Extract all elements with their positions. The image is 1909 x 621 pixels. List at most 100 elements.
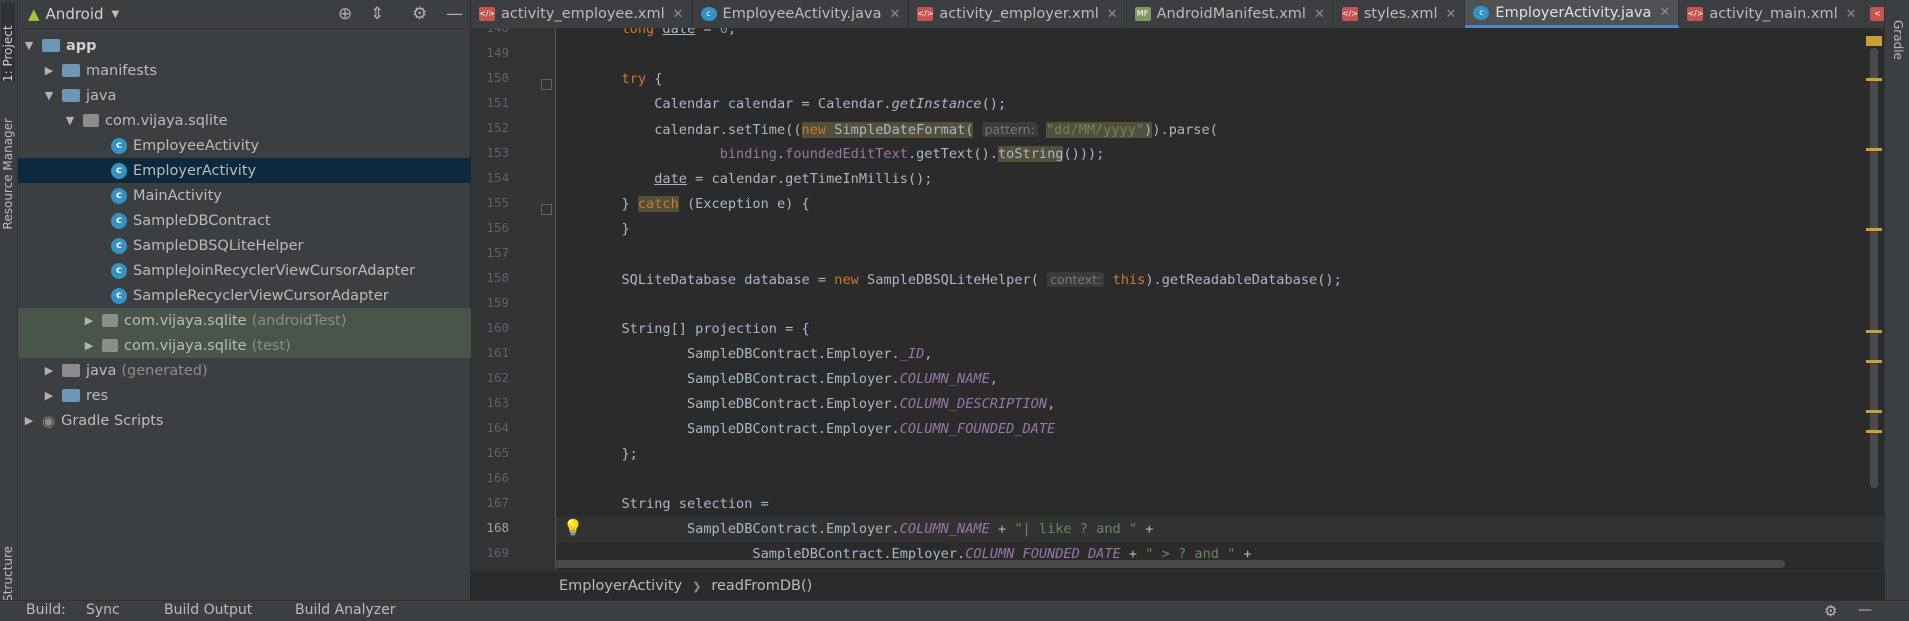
close-icon[interactable]: ✕ [1846,7,1857,22]
tree-item-res[interactable]: ▶ res [18,383,494,408]
tree-item-manifests[interactable]: ▶ manifests [18,58,494,83]
line-number: 157 [486,245,509,260]
tree-item-label: EmployerActivity [133,162,257,179]
tab-activity-main-xml[interactable]: </> activity_main.xml ✕ [1679,0,1866,28]
warning-marker[interactable] [1866,228,1882,231]
project-tool-button[interactable]: 1: Project [1,2,15,82]
vertical-scrollbar[interactable] [1870,48,1878,488]
line-number: 161 [486,345,509,360]
close-icon[interactable]: ✕ [1446,7,1457,22]
xml-file-icon: </> [1341,7,1358,21]
tab-sync[interactable]: Sync [86,602,120,618]
tree-item-label: SampleJoinRecyclerViewCursorAdapter [133,262,416,279]
collapsed-arrow-icon[interactable]: ▶ [22,414,36,427]
fold-marker-icon[interactable] [541,204,552,215]
tab-employee-activity-java[interactable]: c EmployeeActivity.java ✕ [693,0,910,28]
folder-icon [62,389,80,402]
line-number: 164 [486,420,509,435]
code-area[interactable]: long date = 0; try { Calendar calendar =… [556,28,1885,570]
java-class-icon: c [111,137,127,154]
expanded-arrow-icon[interactable]: ▼ [42,89,56,102]
breadcrumb-method[interactable]: readFromDB() [711,578,812,594]
expanded-arrow-icon[interactable]: ▼ [22,39,36,52]
code-line: String selection = [556,496,769,512]
tab-android-manifest-xml[interactable]: MF AndroidManifest.xml ✕ [1127,0,1334,28]
tree-item-package-android-test[interactable]: ▶ com.vijaya.sqlite (androidTest) [18,308,534,333]
expanded-arrow-icon[interactable]: ▼ [63,114,77,127]
fold-marker-icon[interactable] [541,79,552,90]
warning-marker[interactable] [1866,430,1882,433]
breadcrumb-class[interactable]: EmployerActivity [559,578,682,594]
close-icon[interactable]: ✕ [673,7,684,22]
collapsed-arrow-icon[interactable]: ▶ [42,64,56,77]
tab-activity-employer-xml[interactable]: </> activity_employer.xml ✕ [909,0,1127,28]
resource-manager-tool-button[interactable]: Resource Manager [1,118,15,229]
manifest-file-icon: MF [1134,7,1151,21]
minimize-icon[interactable]: — [446,4,463,24]
tree-item-package[interactable]: ▼ com.vijaya.sqlite [18,108,515,133]
close-icon[interactable]: ✕ [1107,7,1118,22]
java-class-icon: c [1473,5,1490,20]
xml-file-icon: </> [917,7,934,21]
warning-marker[interactable] [1866,330,1882,333]
tree-item-label: SampleRecyclerViewCursorAdapter [133,287,389,304]
tree-item-package-test[interactable]: ▶ com.vijaya.sqlite (test) [18,333,534,358]
close-icon[interactable]: ✕ [1314,7,1325,22]
warning-marker[interactable] [1866,410,1882,413]
chevron-down-icon[interactable]: ▼ [112,9,120,20]
collapsed-arrow-icon[interactable]: ▶ [42,364,56,377]
project-panel: ▲ Android ▼ ⊕ ⇕ ⚙ — ▼ app ▶ manifests ▼ … [18,0,563,600]
tab-build-analyzer[interactable]: Build Analyzer [295,602,396,618]
line-number: 151 [486,95,509,110]
collapsed-arrow-icon[interactable]: ▶ [82,339,96,352]
project-view-selector[interactable]: Android [46,5,104,23]
code-editor[interactable]: 148 149 150 151 152 153 154 155 156 157 158 159 160 1… [471,28,1885,570]
close-icon[interactable]: ✕ [890,7,901,22]
tab-employer-activity-java[interactable]: c EmployerActivity.java ✕ [1465,0,1680,28]
target-icon[interactable]: ⊕ [338,4,352,24]
collapsed-arrow-icon[interactable]: ▶ [82,314,96,327]
tab-activity-employee-xml[interactable]: </> activity_employee.xml ✕ [471,0,693,28]
xml-file-icon: </> [479,7,495,21]
horizontal-scrollbar[interactable] [555,560,1785,568]
xml-file-icon: < [1869,7,1885,21]
tree-item-gradle-scripts[interactable]: ▶ ◉ Gradle Scripts [18,408,474,433]
line-number: 166 [486,470,509,485]
lightbulb-icon[interactable]: 💡 [563,518,583,537]
tree-item-label: app [66,37,97,54]
code-line: SampleDBContract.Employer.COLUMN_NAME, [556,371,998,387]
collapsed-arrow-icon[interactable]: ▶ [42,389,56,402]
code-line-current: SampleDBContract.Employer.COLUMN_NAME + … [556,517,1885,542]
gear-icon[interactable]: ⚙ [412,4,427,24]
java-class-icon: c [111,287,127,304]
tree-item-java[interactable]: ▼ java [18,83,494,108]
folder-icon [62,64,80,77]
tab-build-output[interactable]: Build Output [164,602,252,618]
line-number: 158 [486,270,509,285]
gear-icon[interactable]: ⚙ [1824,602,1837,620]
tree-item-label: MainActivity [133,187,222,204]
line-number: 167 [486,495,509,510]
tree-item-app[interactable]: ▼ app [18,33,474,58]
build-label: Build: [26,602,66,618]
java-class-icon: c [111,237,127,254]
code-line: binding.foundedEditText.getText().toStri… [719,146,1105,162]
warning-marker[interactable] [1866,148,1882,151]
warning-marker[interactable] [1866,36,1882,46]
tree-item-label: com.vijaya.sqlite [105,112,228,129]
warning-marker[interactable] [1866,360,1882,363]
close-icon[interactable]: ✕ [1659,5,1670,20]
minimize-icon[interactable]: — [1858,602,1872,618]
warning-marker[interactable] [1866,78,1882,81]
tree-item-java-generated[interactable]: ▶ java (generated) [18,358,494,383]
tab-overflow[interactable]: < ⋮≡ [1866,0,1885,28]
gradle-tool-button[interactable]: Gradle [1891,20,1905,60]
tree-item-label: SampleDBContract [133,212,271,229]
line-number: 154 [486,170,509,185]
tab-styles-xml[interactable]: </> styles.xml ✕ [1334,0,1466,28]
collapse-all-icon[interactable]: ⇕ [370,4,384,24]
left-tool-stripe: 1: Project Resource Manager Z: Structure [0,0,18,620]
